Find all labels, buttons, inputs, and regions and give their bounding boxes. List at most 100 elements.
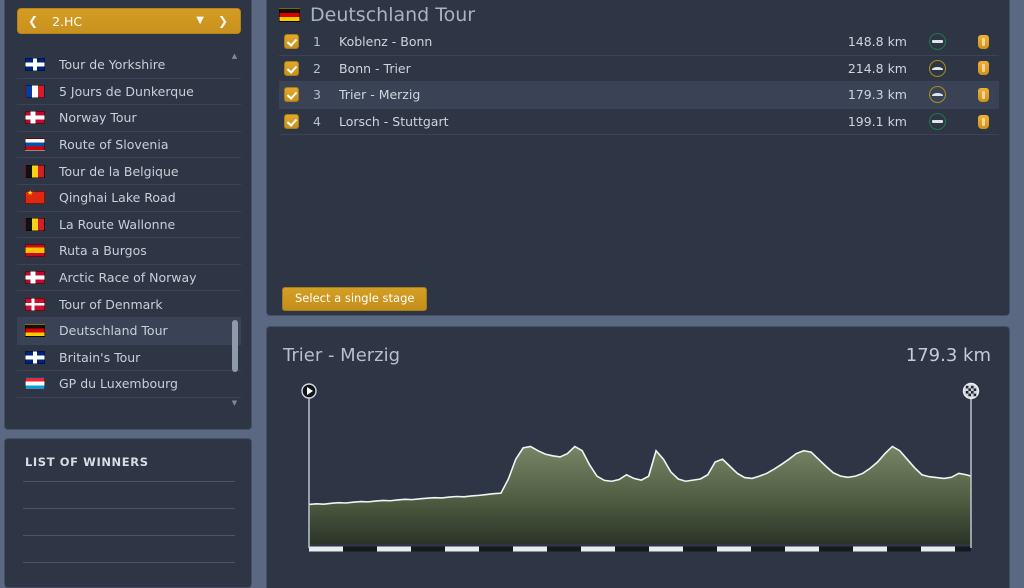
winner-row-divider (23, 508, 235, 509)
race-name: Norway Tour (59, 110, 137, 126)
terrain-glyph (932, 120, 943, 124)
stage-distance: 199.1 km (847, 114, 907, 130)
winner-row-divider (23, 562, 235, 563)
scrollbar-thumb[interactable] (232, 320, 238, 372)
flag-star-icon: ★ (27, 189, 34, 198)
winner-row-divider (23, 481, 235, 482)
stage-name: Lorsch - Stuttgart (339, 114, 449, 130)
terrain-flat-icon (929, 33, 946, 51)
chevron-left-icon[interactable]: ❮ (28, 15, 38, 27)
race-list-item[interactable]: Route of Slovenia (17, 132, 241, 159)
race-name: Tour de la Belgique (59, 163, 179, 179)
scroll-down-arrow-icon[interactable]: ▼ (230, 399, 239, 408)
tour-header: Deutschland Tour (279, 0, 475, 30)
stage-row-selected[interactable]: 3 Trier - Merzig 179.3 km (279, 82, 999, 109)
stage-row[interactable]: 2 Bonn - Trier 214.8 km (279, 56, 999, 83)
stage-profile-panel: Trier - Merzig 179.3 km (266, 326, 1010, 588)
race-list-item[interactable]: La Route Wallonne (17, 212, 241, 239)
elevation-profile-svg (301, 382, 980, 552)
left-sidebar: ❮ 2.HC ▼ ❯ Tour de Yorkshire 5 Jours de D… (0, 0, 252, 588)
select-single-stage-button[interactable]: Select a single stage (282, 287, 428, 311)
category-dropdown[interactable]: ❮ 2.HC ▼ ❯ (17, 8, 241, 34)
stage-number: 4 (313, 114, 321, 130)
race-list[interactable]: Tour de Yorkshire 5 Jours de Dunkerque Nor… (17, 52, 241, 408)
race-list-item[interactable]: 5 Jours de Dunkerque (17, 79, 241, 106)
tour-flag-icon (279, 8, 300, 22)
stage-checkbox[interactable] (284, 87, 299, 103)
race-list-scrollbar[interactable]: ▲ ▼ (230, 52, 239, 408)
profile-stage-name: Trier - Merzig (283, 345, 401, 366)
leader-jersey-icon[interactable] (978, 114, 989, 129)
terrain-hilly-icon (929, 86, 946, 104)
race-list-item[interactable]: Tour de Yorkshire (17, 52, 241, 79)
race-name: Route of Slovenia (59, 137, 169, 153)
stage-row[interactable]: 4 Lorsch - Stuttgart 199.1 km (279, 109, 999, 136)
stage-row[interactable]: 1 Koblenz - Bonn 148.8 km (279, 29, 999, 56)
leader-jersey-icon[interactable] (978, 34, 989, 49)
race-name: La Route Wallonne (59, 216, 176, 232)
race-name: Tour of Denmark (59, 296, 163, 312)
flag-icon-be (25, 217, 45, 231)
chevron-down-icon[interactable]: ▼ (196, 16, 204, 26)
race-name: GP du Luxembourg (59, 376, 178, 392)
tour-title: Deutschland Tour (310, 4, 476, 26)
winner-row-divider (23, 535, 235, 536)
race-list-item[interactable]: Tour de la Belgique (17, 158, 241, 185)
list-of-winners-panel: LIST OF WINNERS (4, 438, 252, 588)
stage-name: Koblenz - Bonn (339, 34, 433, 50)
profile-stage-distance: 179.3 km (905, 345, 991, 366)
tour-stages-panel: Deutschland Tour 1 Koblenz - Bonn 148.8 km… (266, 0, 1010, 316)
stage-number: 2 (313, 60, 321, 76)
race-list-item[interactable]: Britain's Tour (17, 345, 241, 372)
flag-icon-de (25, 324, 45, 338)
leader-jersey-icon[interactable] (978, 87, 989, 102)
flag-icon-no (25, 271, 45, 285)
race-name: Deutschland Tour (59, 323, 168, 339)
chevron-right-icon[interactable]: ❯ (218, 15, 228, 27)
stage-distance: 179.3 km (847, 87, 907, 103)
flag-icon-gb (25, 350, 45, 364)
stage-name: Bonn - Trier (339, 60, 411, 76)
race-list-item[interactable]: Arctic Race of Norway (17, 265, 241, 292)
terrain-flat-icon (929, 113, 946, 131)
leader-jersey-icon[interactable] (978, 61, 989, 76)
race-name: Qinghai Lake Road (59, 190, 176, 206)
race-list-item[interactable]: Norway Tour (17, 105, 241, 132)
elevation-area (309, 446, 971, 544)
stage-name: Trier - Merzig (339, 87, 421, 103)
race-name: 5 Jours de Dunkerque (59, 83, 194, 99)
flag-icon-dk (25, 297, 45, 311)
terrain-glyph (932, 40, 943, 44)
race-list-item[interactable]: Ruta a Burgos (17, 238, 241, 265)
flag-icon-es (25, 244, 45, 258)
flag-icon-cn: ★ (25, 189, 45, 205)
category-dropdown-value: 2.HC (52, 13, 83, 29)
race-list-item[interactable]: Tour of Denmark (17, 291, 241, 318)
stage-checkbox[interactable] (284, 34, 299, 50)
stage-number: 1 (313, 34, 321, 50)
race-filter-panel: ❮ 2.HC ▼ ❯ Tour de Yorkshire 5 Jours de D… (4, 0, 252, 430)
elevation-profile-chart[interactable] (267, 379, 1009, 588)
race-name: Tour de Yorkshire (59, 57, 166, 73)
flag-icon-fr (25, 84, 45, 98)
stage-checkbox[interactable] (284, 60, 299, 76)
flag-icon-lu (25, 377, 45, 391)
stage-list[interactable]: 1 Koblenz - Bonn 148.8 km 2 Bonn - Trier 214.… (279, 29, 999, 136)
stage-number: 3 (313, 87, 321, 103)
app-window: ❮ 2.HC ▼ ❯ Tour de Yorkshire 5 Jours de D… (0, 0, 1024, 588)
scroll-up-arrow-icon[interactable]: ▲ (230, 52, 239, 61)
terrain-glyph (932, 66, 943, 70)
terrain-hilly-icon (929, 59, 946, 77)
stage-profile-header: Trier - Merzig 179.3 km (267, 327, 1009, 379)
race-name: Britain's Tour (59, 349, 141, 365)
flag-icon-si (25, 138, 45, 152)
race-list-item[interactable]: ★ Qinghai Lake Road (17, 185, 241, 212)
terrain-glyph (932, 93, 943, 97)
race-list-item-selected[interactable]: Deutschland Tour (17, 317, 241, 345)
race-list-item[interactable]: GP du Luxembourg (17, 371, 241, 398)
flag-icon-no (25, 111, 45, 125)
list-of-winners-title: LIST OF WINNERS (25, 455, 149, 469)
stage-checkbox[interactable] (284, 114, 299, 130)
flag-icon-gb (25, 58, 45, 72)
race-name: Ruta a Burgos (59, 243, 147, 259)
